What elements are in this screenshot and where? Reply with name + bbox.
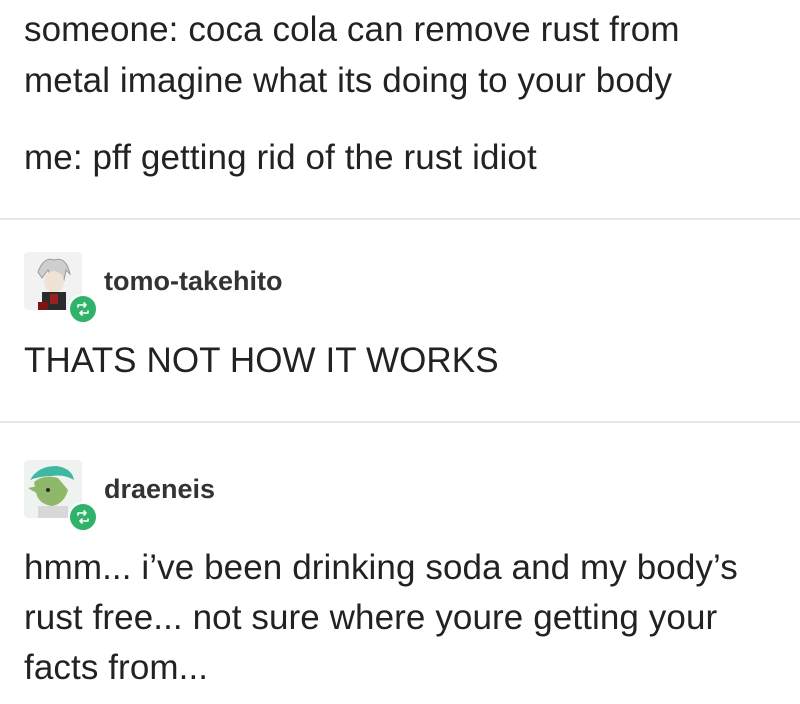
reblog-text-1: THATS NOT HOW IT WORKS [24,341,499,380]
reblog-line-3: facts from... [24,648,209,687]
reblog-line-2: rust free... not sure where youre gettin… [24,598,718,637]
divider [0,421,800,423]
post-line-2: metal imagine what its doing to your bod… [24,61,673,100]
reblog-icon [68,502,98,532]
divider [0,218,800,220]
reblog-line-1: hmm... i’ve been drinking soda and my bo… [24,548,738,587]
username[interactable]: draeneis [104,474,215,505]
post-line-1: someone: coca cola can remove rust from [24,10,680,49]
post-reply: me: pff getting rid of the rust idiot [24,138,537,177]
reblog-icon [68,294,98,324]
username[interactable]: tomo-takehito [104,266,283,297]
